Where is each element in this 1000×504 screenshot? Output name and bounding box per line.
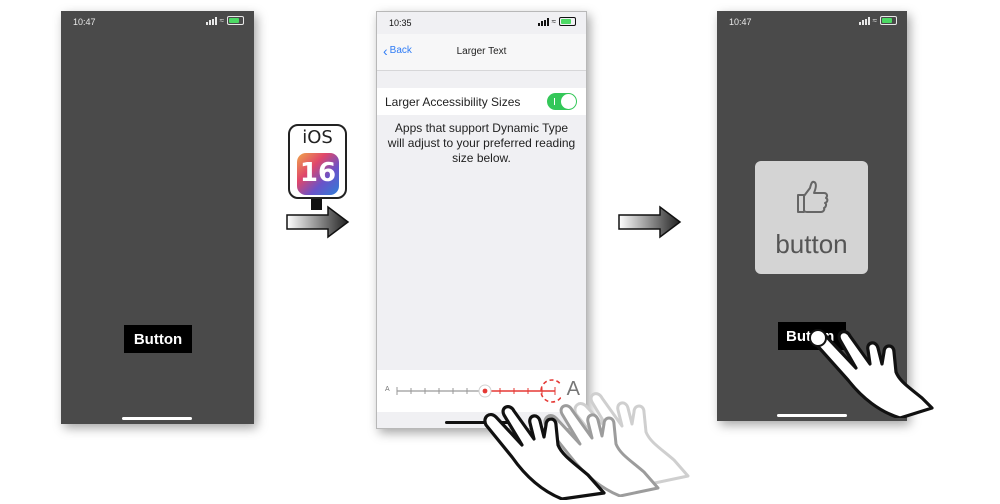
enlarged-button-preview: button (755, 161, 868, 274)
signal-icon (858, 16, 870, 25)
status-icons: ≈ (537, 17, 576, 26)
settings-phone-screen: 10:35 ≈ ‹ Back Larger Text Larger Access… (376, 11, 587, 429)
ios-version: 16 (299, 158, 337, 188)
status-bar: 10:35 ≈ (377, 12, 586, 34)
wifi-icon: ≈ (872, 16, 877, 25)
status-time: 10:47 (73, 17, 96, 27)
button[interactable]: Button (124, 325, 192, 353)
tap-point-icon (809, 329, 827, 347)
card-label: button (775, 229, 848, 259)
home-indicator[interactable] (122, 417, 192, 420)
ios-label: iOS (302, 127, 333, 148)
arrow-right-icon (618, 205, 682, 239)
toggle-label: Larger Accessibility Sizes (385, 95, 521, 109)
button-label: Button (133, 330, 183, 348)
ios-16-logo: iOS 16 (288, 124, 347, 199)
signal-icon (537, 17, 549, 26)
battery-icon (227, 16, 244, 25)
status-time: 10:35 (389, 18, 412, 28)
battery-icon (559, 17, 576, 26)
battery-icon (880, 16, 897, 25)
tapping-hand-icon (809, 329, 934, 418)
thumbs-up-icon (797, 180, 829, 213)
description-text: Apps that support Dynamic Type will adju… (387, 121, 576, 165)
pointing-hand-icon (483, 405, 606, 500)
navigation-bar: ‹ Back Larger Text (377, 34, 586, 71)
page-title: Larger Text (456, 46, 507, 57)
status-bar: 10:47 ≈ (717, 11, 907, 33)
wifi-icon: ≈ (551, 17, 556, 26)
toggle-on-marker (554, 98, 555, 105)
wifi-icon: ≈ (219, 16, 224, 25)
status-time: 10:47 (729, 17, 752, 27)
small-text-icon: A (385, 386, 390, 393)
status-bar: 10:47 ≈ (61, 11, 254, 33)
status-icons: ≈ (205, 16, 244, 25)
arrow-right-icon (286, 205, 350, 239)
ios-16-tile: 16 (297, 153, 339, 195)
larger-accessibility-sizes-row: Larger Accessibility Sizes (377, 88, 586, 115)
toggle-knob (561, 94, 576, 109)
left-phone-screen: 10:47 ≈ Button (61, 11, 254, 424)
larger-accessibility-sizes-toggle[interactable] (547, 93, 577, 110)
status-icons: ≈ (858, 16, 897, 25)
signal-icon (205, 16, 217, 25)
